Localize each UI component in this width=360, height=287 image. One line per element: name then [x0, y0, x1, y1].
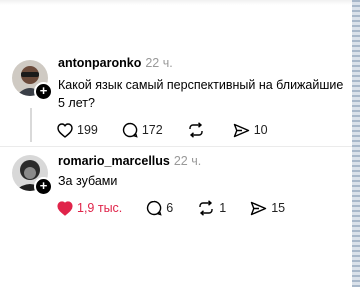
scroll-edge [352, 0, 360, 287]
timestamp: 22 ч. [145, 56, 173, 70]
avatar-romario[interactable]: + [12, 155, 53, 196]
top-edge [0, 0, 360, 5]
comment-icon [122, 122, 138, 138]
share-count: 15 [271, 201, 286, 215]
send-icon [251, 201, 267, 215]
post-header: antonparonko 22 ч. [58, 56, 173, 70]
share-count: 10 [253, 123, 268, 137]
username[interactable]: romario_marcellus [58, 154, 170, 168]
post-text: Какой язык самый перспективный на ближай… [58, 78, 344, 110]
post-text: За зубами [58, 174, 118, 188]
comment-button[interactable]: 172 [122, 122, 163, 138]
repost-icon [199, 200, 213, 216]
repost-button[interactable]: 1 [197, 200, 226, 216]
like-button[interactable]: 199 [57, 122, 98, 138]
post-actions: 1,9 тыс. 6 1 15 [57, 200, 309, 216]
post-header: romario_marcellus 22 ч. [58, 154, 201, 168]
comment-icon [147, 200, 162, 216]
thread-line [30, 108, 32, 142]
like-count: 199 [77, 123, 98, 137]
timestamp: 22 ч. [173, 154, 202, 168]
share-button[interactable]: 10 [233, 123, 268, 138]
comment-count: 6 [166, 201, 174, 215]
repost-button[interactable] [187, 122, 209, 138]
comment-count: 172 [141, 123, 163, 137]
send-icon [233, 123, 249, 137]
repost-count: 1 [219, 201, 227, 215]
heart-icon [57, 122, 73, 138]
repost-icon [189, 122, 203, 138]
comment-button[interactable]: 6 [146, 200, 173, 216]
avatar-antonparonko[interactable]: + [12, 60, 53, 101]
username[interactable]: antonparonko [58, 56, 141, 70]
heart-filled-icon [57, 200, 73, 216]
divider [0, 146, 352, 147]
follow-plus-icon[interactable]: + [34, 177, 53, 196]
follow-plus-icon[interactable]: + [34, 82, 53, 101]
like-count: 1,9 тыс. [77, 201, 123, 215]
share-button[interactable]: 15 [250, 201, 285, 216]
post-actions: 199 172 10 [57, 122, 292, 138]
like-button[interactable]: 1,9 тыс. [57, 200, 123, 216]
